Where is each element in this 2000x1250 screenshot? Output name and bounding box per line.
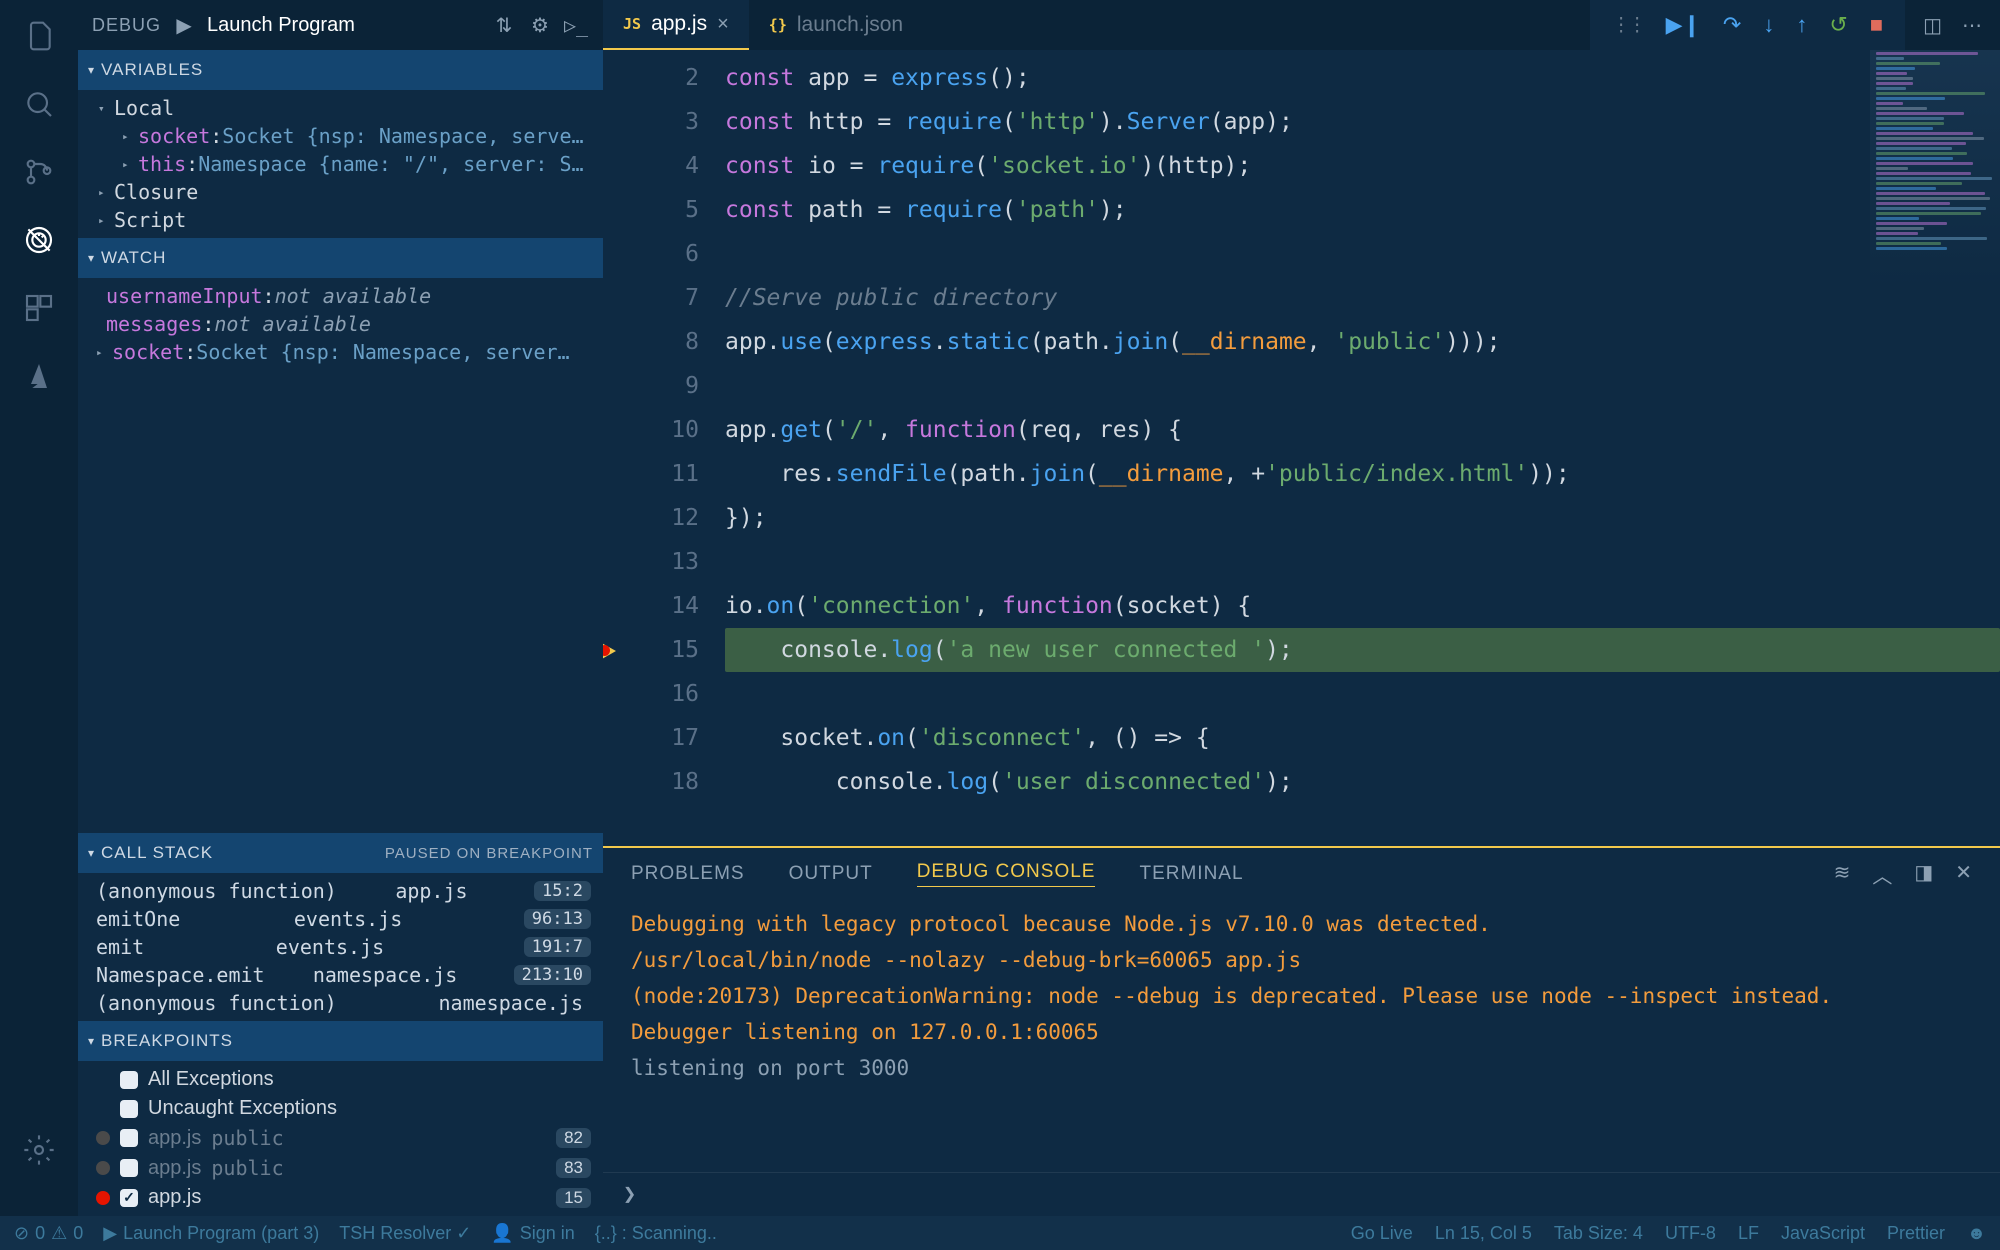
clear-console-icon[interactable]: ≋ [1834,860,1851,889]
debug-icon[interactable] [21,222,57,258]
status-encoding[interactable]: UTF-8 [1665,1223,1716,1244]
callstack-frame[interactable]: (anonymous function)namespace.js [78,989,603,1017]
callstack-frame[interactable]: emitevents.js191:7 [78,933,603,961]
step-out-icon[interactable]: ↑ [1796,12,1807,38]
bp-all-exceptions[interactable]: All Exceptions [78,1065,603,1094]
debug-console-output: Debugging with legacy protocol because N… [603,900,2000,1172]
collapse-panel-icon[interactable]: ︿ [1872,860,1892,889]
debug-header: DEBUG ▶ Launch Program ⇅ ⚙ ▷_ [78,0,603,50]
breakpoints-section: ▾BREAKPOINTS All Exceptions Uncaught Exc… [78,1021,603,1216]
debug-title: DEBUG [92,15,161,36]
js-file-icon: JS [623,15,641,33]
watch-title: WATCH [101,248,166,268]
search-icon[interactable] [21,86,57,122]
status-errors[interactable]: ⊘ 0 ⚠ 0 [14,1223,83,1244]
tab-app-js[interactable]: JS app.js × [603,0,749,50]
scope-local[interactable]: ▾Local [78,94,603,122]
more-actions-icon[interactable]: ⋯ [1962,13,1982,38]
step-over-icon[interactable]: ↷ [1723,12,1741,38]
variables-section: ▾VARIABLES ▾Local ▸socket: Socket {nsp: … [78,50,603,238]
debug-toolbar: ⋮⋮ ▶❙ ↷ ↓ ↑ ↺ ■ [1590,0,1906,50]
editor-toolbar: ◫ ⋯ [1905,0,2000,50]
bp-uncaught-exceptions[interactable]: Uncaught Exceptions [78,1094,603,1123]
launch-config-dropdown[interactable]: Launch Program [207,14,481,37]
extensions-icon[interactable] [21,290,57,326]
split-editor-icon[interactable]: ◫ [1923,13,1942,38]
status-resolver[interactable]: TSH Resolver ✓ [339,1223,471,1244]
restart-icon[interactable]: ↺ [1829,12,1847,38]
callstack-status: PAUSED ON BREAKPOINT [385,845,593,862]
variables-header[interactable]: ▾VARIABLES [78,50,603,90]
panel-tabs: PROBLEMS OUTPUT DEBUG CONSOLE TERMINAL ≋… [603,848,2000,900]
status-prettier[interactable]: Prettier [1887,1223,1945,1244]
watch-section: ▾WATCH usernameInput: not available mess… [78,238,603,370]
variable-row[interactable]: ▸this: Namespace {name: "/", server: S… [78,150,603,178]
callstack-frame[interactable]: (anonymous function)app.js15:2 [78,877,603,905]
watch-header[interactable]: ▾WATCH [78,238,603,278]
settings-icon[interactable] [21,1132,57,1168]
callstack-frame[interactable]: emitOneevents.js96:13 [78,905,603,933]
json-file-icon: {} [769,16,787,34]
status-position[interactable]: Ln 15, Col 5 [1435,1223,1532,1244]
close-panel-icon[interactable]: ✕ [1955,860,1972,889]
callstack-title: CALL STACK [101,843,213,863]
breakpoints-header[interactable]: ▾BREAKPOINTS [78,1021,603,1061]
tab-problems[interactable]: PROBLEMS [631,863,745,885]
status-golive[interactable]: Go Live [1351,1223,1413,1244]
status-scanning[interactable]: {..} : Scanning.. [595,1223,717,1244]
files-icon[interactable] [21,18,57,54]
breakpoint-row[interactable]: app.jspublic82 [78,1123,603,1153]
debug-console-icon[interactable]: ▷_ [563,13,589,37]
watch-row[interactable]: ▸socket: Socket {nsp: Namespace, server… [78,338,603,366]
variable-row[interactable]: ▸socket: Socket {nsp: Namespace, serve… [78,122,603,150]
scope-script[interactable]: ▸Script [78,206,603,234]
callstack-header[interactable]: ▾CALL STACKPAUSED ON BREAKPOINT [78,833,603,873]
gear-icon[interactable]: ⚙ [527,13,553,38]
status-bar: ⊘ 0 ⚠ 0 ▶ Launch Program (part 3) TSH Re… [0,1216,2000,1250]
debug-sidebar: DEBUG ▶ Launch Program ⇅ ⚙ ▷_ ▾VARIABLES… [78,0,603,1216]
azure-icon[interactable] [21,358,57,394]
bottom-panel: PROBLEMS OUTPUT DEBUG CONSOLE TERMINAL ≋… [603,846,2000,1216]
code-editor[interactable]: 23456789101112131415161718 const app = e… [603,50,2000,846]
status-feedback-icon[interactable]: ☻ [1967,1223,1986,1244]
variables-title: VARIABLES [101,60,203,80]
step-into-icon[interactable]: ↓ [1763,12,1774,38]
tab-output[interactable]: OUTPUT [789,863,873,885]
debug-console-input[interactable]: ❯ [603,1172,2000,1216]
status-launch[interactable]: ▶ Launch Program (part 3) [103,1223,319,1244]
status-language[interactable]: JavaScript [1781,1223,1865,1244]
tab-terminal[interactable]: TERMINAL [1139,863,1243,885]
activity-bar [0,0,78,1216]
status-eol[interactable]: LF [1738,1223,1759,1244]
tab-label: launch.json [797,13,903,37]
status-signin[interactable]: 👤 Sign in [491,1223,574,1244]
stop-icon[interactable]: ■ [1870,12,1883,38]
callstack-section: ▾CALL STACKPAUSED ON BREAKPOINT (anonymo… [78,833,603,1021]
scope-closure[interactable]: ▸Closure [78,178,603,206]
breakpoints-title: BREAKPOINTS [101,1031,233,1051]
maximize-panel-icon[interactable]: ◨ [1914,860,1933,889]
tab-launch-json[interactable]: {} launch.json [749,0,923,50]
editor-area: JS app.js × {} launch.json ⋮⋮ ▶❙ ↷ ↓ ↑ ↺… [603,0,2000,1216]
scm-icon[interactable] [21,154,57,190]
tab-debug-console[interactable]: DEBUG CONSOLE [917,861,1096,887]
minimap[interactable] [1870,50,2000,846]
callstack-frame[interactable]: Namespace.emitnamespace.js213:10 [78,961,603,989]
breakpoint-row[interactable]: ✓app.js15 [78,1183,603,1212]
continue-icon[interactable]: ▶❙ [1666,12,1701,38]
close-tab-icon[interactable]: × [717,13,729,36]
editor-tabs: JS app.js × {} launch.json ⋮⋮ ▶❙ ↷ ↓ ↑ ↺… [603,0,2000,50]
tab-label: app.js [651,12,707,36]
watch-row[interactable]: usernameInput: not available [78,282,603,310]
start-debug-icon[interactable]: ▶ [171,13,197,38]
watch-row[interactable]: messages: not available [78,310,603,338]
breakpoint-row[interactable]: app.jspublic83 [78,1153,603,1183]
drag-handle-icon[interactable]: ⋮⋮ [1612,14,1644,37]
config-selector-icon[interactable]: ⇅ [491,13,517,38]
status-tabsize[interactable]: Tab Size: 4 [1554,1223,1643,1244]
